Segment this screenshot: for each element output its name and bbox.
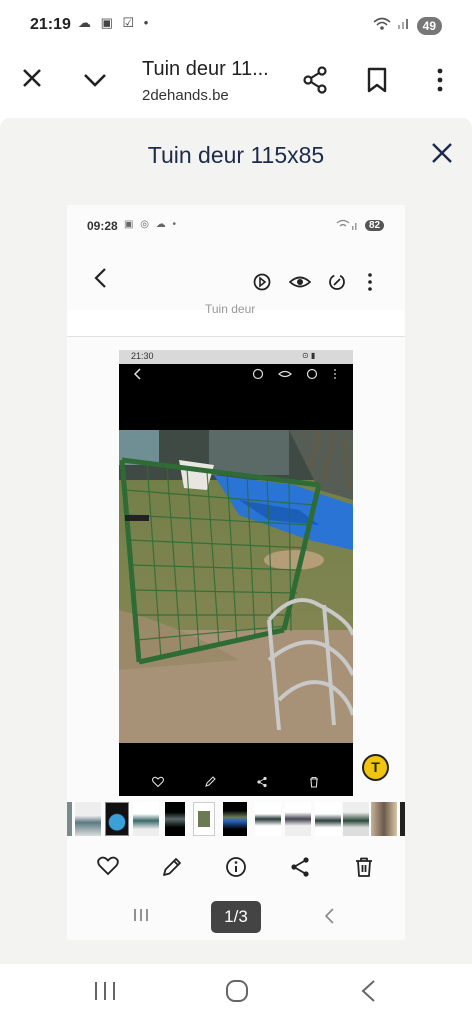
text-extract-button[interactable]: T bbox=[362, 754, 389, 781]
thumbnail[interactable] bbox=[67, 802, 72, 836]
remaster-icon bbox=[252, 272, 272, 297]
inner-title-strip: Tuin deur bbox=[67, 302, 405, 337]
page-domain: 2dehands.be bbox=[142, 87, 229, 104]
inner-wifi-icon bbox=[336, 219, 360, 234]
image-pager: 1/3 bbox=[211, 901, 261, 933]
thumbnail[interactable] bbox=[400, 802, 405, 836]
thumbnail[interactable] bbox=[285, 802, 311, 836]
bookmark-icon[interactable] bbox=[366, 67, 388, 97]
thumbnail[interactable] bbox=[165, 802, 185, 836]
page-title: Tuin deur 11... bbox=[142, 58, 269, 80]
edit-pencil-icon[interactable] bbox=[161, 856, 183, 884]
status-notification-icons: ☁ ▣ ☑ • bbox=[78, 15, 152, 30]
info-icon[interactable] bbox=[225, 856, 247, 884]
thumbnail[interactable] bbox=[315, 802, 341, 836]
close-icon[interactable] bbox=[20, 66, 44, 94]
thumbnail[interactable] bbox=[371, 802, 397, 836]
garden-gate-photo bbox=[119, 430, 353, 743]
eye-icon bbox=[288, 272, 312, 297]
thumbnail-selected[interactable] bbox=[105, 802, 129, 836]
signal-icon bbox=[397, 16, 411, 35]
battery-indicator: 49 bbox=[416, 16, 442, 35]
inner-status-icons: ▣ ◎ ☁ • bbox=[124, 219, 179, 230]
nested-status-icons: ⊙ ▮ bbox=[302, 351, 316, 360]
recents-icon[interactable] bbox=[92, 978, 118, 1011]
back-icon bbox=[93, 266, 109, 297]
thumbnail[interactable] bbox=[223, 802, 247, 836]
thumbnail[interactable] bbox=[193, 802, 215, 836]
inner-listing-title: Tuin deur bbox=[205, 302, 256, 316]
chevron-down-icon[interactable] bbox=[82, 68, 108, 94]
inner-back-icon bbox=[322, 906, 336, 932]
share-icon bbox=[256, 776, 268, 791]
heart-icon bbox=[152, 776, 164, 791]
inner-status-time: 09:28 bbox=[87, 219, 118, 233]
nested-status-bar bbox=[119, 350, 353, 364]
status-right-group: 49 bbox=[373, 16, 442, 35]
close-icon[interactable] bbox=[430, 140, 454, 172]
nested-status-time: 21:30 bbox=[131, 351, 154, 361]
thumbnail[interactable] bbox=[75, 802, 101, 836]
more-options-icon[interactable] bbox=[436, 68, 444, 96]
status-time: 21:19 bbox=[30, 16, 71, 33]
thumbnail-strip[interactable] bbox=[67, 802, 405, 836]
favorite-heart-icon[interactable] bbox=[97, 856, 119, 882]
share-icon[interactable] bbox=[289, 856, 311, 884]
home-icon[interactable] bbox=[224, 978, 250, 1011]
trash-icon[interactable] bbox=[353, 856, 375, 884]
back-icon[interactable] bbox=[358, 978, 378, 1011]
share-icon[interactable] bbox=[302, 66, 328, 98]
inner-recents-icon bbox=[132, 906, 150, 930]
inner-battery-indicator: 82 bbox=[365, 220, 385, 231]
more-options-icon bbox=[366, 272, 374, 297]
thumbnail[interactable] bbox=[343, 802, 369, 836]
rotate-icon bbox=[327, 272, 347, 297]
trash-icon bbox=[308, 776, 320, 791]
sheet-title: Tuin deur 115x85 bbox=[147, 142, 325, 168]
thumbnail[interactable] bbox=[133, 802, 159, 836]
thumbnail[interactable] bbox=[255, 802, 281, 836]
pencil-icon bbox=[204, 776, 216, 791]
wifi-icon bbox=[373, 17, 391, 34]
nested-photo-toolbar bbox=[119, 364, 353, 430]
